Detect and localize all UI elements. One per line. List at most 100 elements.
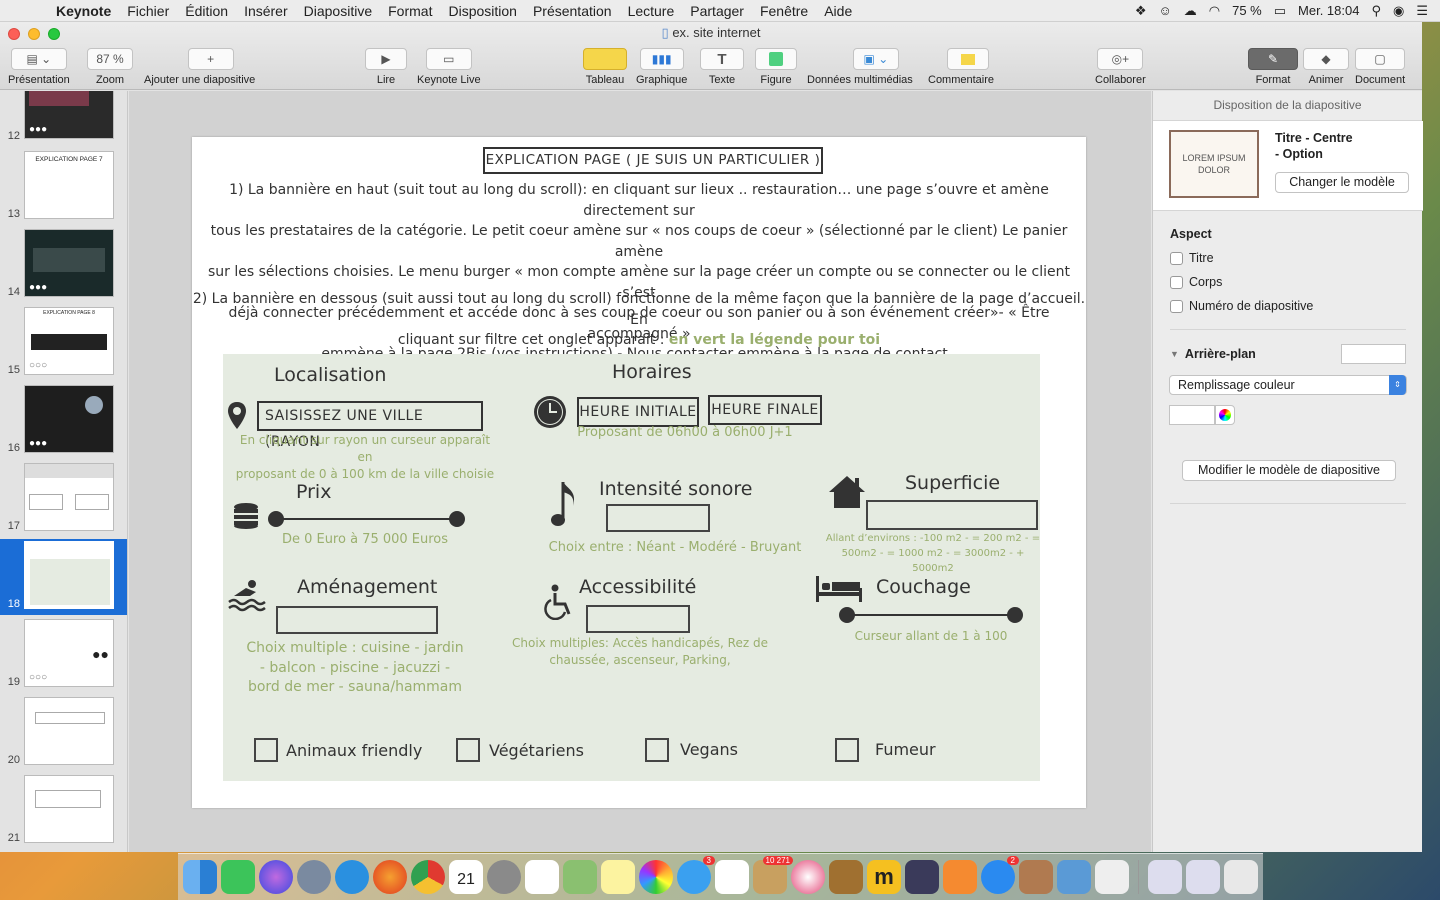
price-slider-track[interactable] bbox=[276, 518, 456, 520]
garageband-icon[interactable] bbox=[1019, 860, 1053, 894]
chrome-icon[interactable] bbox=[411, 860, 445, 894]
menu-help[interactable]: Aide bbox=[816, 3, 860, 19]
dropbox-icon[interactable]: ❖ bbox=[1135, 3, 1147, 19]
title-option[interactable]: Titre bbox=[1170, 251, 1214, 265]
background-color-swatch[interactable] bbox=[1341, 344, 1406, 364]
music-icon[interactable] bbox=[791, 860, 825, 894]
finder-icon[interactable] bbox=[183, 860, 217, 894]
clock[interactable]: Mer. 18:04 bbox=[1298, 3, 1359, 18]
bed-slider-min-knob[interactable] bbox=[839, 607, 855, 623]
menu-file[interactable]: Fichier bbox=[119, 3, 177, 19]
color-wheel-button[interactable] bbox=[1215, 405, 1235, 425]
siri-icon[interactable] bbox=[259, 860, 293, 894]
menu-insert[interactable]: Insérer bbox=[236, 3, 296, 19]
mandelbrot-app-icon[interactable]: m bbox=[867, 860, 901, 894]
keynote-live-button[interactable]: ▭ Keynote Live bbox=[417, 48, 481, 86]
spotlight-icon[interactable]: ⚲ bbox=[1371, 3, 1381, 19]
filter-panel-mockup[interactable]: Localisation SAISISSEZ UNE VILLE (RAYON … bbox=[223, 354, 1040, 781]
slide-thumb-19[interactable]: ●● ○○○ bbox=[24, 619, 114, 687]
text-button[interactable]: T Texte bbox=[700, 48, 744, 86]
menu-share[interactable]: Partager bbox=[682, 3, 752, 19]
preview-icon[interactable]: 10 271 bbox=[753, 856, 793, 894]
system-preferences-icon[interactable] bbox=[487, 860, 521, 894]
chart-button[interactable]: ▮▮▮ Graphique bbox=[636, 48, 687, 86]
siri-icon[interactable]: ◉ bbox=[1393, 3, 1404, 19]
printer-icon[interactable] bbox=[1095, 860, 1129, 894]
slide-thumb-18[interactable] bbox=[24, 541, 114, 609]
city-search-field[interactable]: SAISISSEZ UNE VILLE (RAYON bbox=[257, 401, 483, 450]
slide-thumb-12[interactable]: ●●● bbox=[24, 91, 114, 139]
game-icon[interactable] bbox=[905, 860, 939, 894]
sound-field[interactable] bbox=[606, 504, 710, 532]
slide-number-checkbox[interactable] bbox=[1170, 299, 1183, 313]
slide-number-option[interactable]: Numéro de diapositive bbox=[1170, 299, 1313, 313]
bed-slider-track[interactable] bbox=[847, 614, 1015, 616]
notes-icon[interactable] bbox=[601, 860, 635, 894]
accessibility-field[interactable] bbox=[586, 605, 690, 633]
slide-title[interactable]: EXPLICATION PAGE ( JE SUIS UN PARTICULIE… bbox=[483, 147, 823, 174]
creative-cloud-icon[interactable]: ☁ bbox=[1184, 3, 1197, 19]
paragraph-2[interactable]: 2) La bannière en dessous (suit aussi to… bbox=[192, 289, 1086, 351]
start-hour-field[interactable]: HEURE INITIALE bbox=[577, 397, 699, 427]
messages-icon[interactable]: 3 bbox=[677, 856, 715, 894]
trash-icon[interactable] bbox=[1224, 860, 1258, 894]
bed-slider-max-knob[interactable] bbox=[1007, 607, 1023, 623]
zoom-control[interactable]: 87 % Zoom bbox=[87, 48, 133, 86]
background-section-toggle[interactable]: ▼ Arrière-plan bbox=[1170, 347, 1256, 361]
area-field[interactable] bbox=[866, 500, 1038, 530]
numbers-icon[interactable] bbox=[715, 860, 749, 894]
app-store-icon[interactable]: 2 bbox=[981, 856, 1019, 894]
smoker-checkbox[interactable] bbox=[835, 738, 859, 762]
price-slider-min-knob[interactable] bbox=[268, 511, 284, 527]
price-slider-max-knob[interactable] bbox=[449, 511, 465, 527]
comment-button[interactable]: Commentaire bbox=[928, 48, 994, 86]
slide-thumb-21[interactable] bbox=[24, 775, 114, 843]
master-thumbnail[interactable]: LOREM IPSUM DOLOR bbox=[1169, 130, 1259, 198]
battery-percent[interactable]: 75 % bbox=[1232, 3, 1262, 18]
end-hour-field[interactable]: HEURE FINALE bbox=[708, 395, 822, 425]
slide-thumb-13[interactable]: EXPLICATION PAGE 7 bbox=[24, 151, 114, 219]
change-master-button[interactable]: Changer le modèle bbox=[1275, 172, 1409, 193]
body-option[interactable]: Corps bbox=[1170, 275, 1222, 289]
menu-presentation[interactable]: Présentation bbox=[525, 3, 620, 19]
animate-button[interactable]: ◆ Animer bbox=[1303, 48, 1349, 86]
notification-center-icon[interactable]: ☰ bbox=[1416, 3, 1428, 19]
title-checkbox[interactable] bbox=[1170, 251, 1183, 265]
keynote-icon[interactable] bbox=[1057, 860, 1091, 894]
book-app-icon[interactable] bbox=[829, 860, 863, 894]
menu-format[interactable]: Format bbox=[380, 3, 440, 19]
vegetarian-checkbox[interactable] bbox=[456, 738, 480, 762]
slide-thumb-14[interactable]: ●●● bbox=[24, 229, 114, 297]
reminders-icon[interactable] bbox=[525, 860, 559, 894]
wifi-icon[interactable]: ◠ bbox=[1209, 3, 1220, 19]
battery-icon[interactable]: ▭ bbox=[1274, 3, 1286, 19]
menu-slide[interactable]: Diapositive bbox=[296, 3, 380, 19]
menu-edit[interactable]: Édition bbox=[177, 3, 236, 19]
add-slide-button[interactable]: + Ajouter une diapositive bbox=[144, 48, 255, 86]
ibooks-icon[interactable] bbox=[943, 860, 977, 894]
menu-app[interactable]: Keynote bbox=[48, 3, 119, 19]
slide-thumb-16[interactable]: ●●● bbox=[24, 385, 114, 453]
vegan-checkbox[interactable] bbox=[645, 738, 669, 762]
documents-stack-icon[interactable] bbox=[1186, 860, 1220, 894]
table-button[interactable]: Tableau bbox=[583, 48, 627, 86]
shape-button[interactable]: Figure bbox=[755, 48, 797, 86]
status-face-icon[interactable]: ☺ bbox=[1158, 3, 1171, 18]
slide-thumb-20[interactable] bbox=[24, 697, 114, 765]
play-button[interactable]: ▶ Lire bbox=[365, 48, 407, 86]
body-checkbox[interactable] bbox=[1170, 275, 1183, 289]
downloads-stack-icon[interactable] bbox=[1148, 860, 1182, 894]
menu-arrange[interactable]: Disposition bbox=[440, 3, 524, 19]
photos-icon[interactable] bbox=[639, 860, 673, 894]
document-button[interactable]: ▢ Document bbox=[1355, 48, 1405, 86]
maps-icon[interactable] bbox=[563, 860, 597, 894]
media-button[interactable]: ▣ ⌄ Données multimédias bbox=[807, 48, 913, 86]
presentation-view-control[interactable]: ▤ ⌄ Présentation bbox=[8, 48, 70, 86]
slide[interactable]: EXPLICATION PAGE ( JE SUIS UN PARTICULIE… bbox=[192, 137, 1086, 808]
format-button[interactable]: ✎ Format bbox=[1248, 48, 1298, 86]
safari-icon[interactable] bbox=[335, 860, 369, 894]
launchpad-icon[interactable] bbox=[297, 860, 331, 894]
collaborate-button[interactable]: ◎+ Collaborer bbox=[1095, 48, 1146, 86]
amenities-field[interactable] bbox=[276, 606, 438, 634]
calendar-icon[interactable]: 21 bbox=[449, 860, 483, 894]
